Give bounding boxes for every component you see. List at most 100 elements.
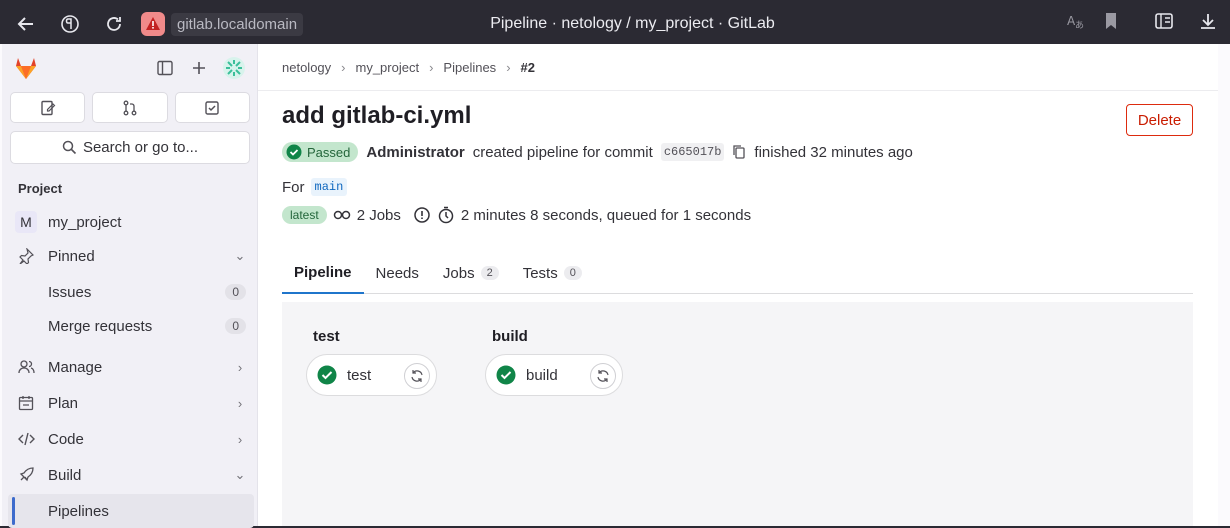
sidebar-item-pipelines[interactable]: Pipelines bbox=[8, 494, 254, 528]
sidebar-item-label: Pipelines bbox=[48, 502, 109, 520]
success-icon bbox=[496, 365, 516, 385]
tab-jobs[interactable]: Jobs 2 bbox=[431, 252, 511, 294]
pipeline-info: latest 2 Jobs 2 minutes 8 seconds, queue… bbox=[282, 206, 751, 224]
code-icon bbox=[8, 431, 44, 447]
status-label: Passed bbox=[307, 144, 351, 160]
stage-title: build bbox=[492, 328, 528, 345]
browser-toolbar: gitlab.localdomain Pipeline · netology /… bbox=[0, 0, 1230, 48]
chevron-down-icon: ⌄ bbox=[234, 467, 246, 482]
count-badge: 2 bbox=[480, 266, 499, 280]
page-title: add gitlab-ci.yml bbox=[282, 102, 472, 129]
toggle-sidebar-icon[interactable] bbox=[155, 58, 175, 78]
bookmark-icon[interactable] bbox=[1104, 12, 1118, 35]
rocket-icon bbox=[8, 467, 44, 483]
merge-request-icon bbox=[123, 100, 137, 115]
for-label: For bbox=[282, 178, 305, 196]
job-pill[interactable]: build bbox=[485, 354, 623, 396]
branch-link[interactable]: main bbox=[310, 178, 348, 196]
tab-pipeline[interactable]: Pipeline bbox=[282, 252, 364, 294]
search-button[interactable]: Search or go to... bbox=[10, 131, 250, 164]
sidebar-item-plan[interactable]: Plan › bbox=[8, 386, 254, 420]
chevron-right-icon: › bbox=[341, 60, 346, 75]
breadcrumb: netology › my_project › Pipelines › #2 bbox=[282, 60, 535, 75]
planning-icon bbox=[8, 395, 44, 411]
delete-button[interactable]: Delete bbox=[1126, 104, 1193, 136]
project-avatar: M bbox=[15, 211, 37, 233]
retry-icon bbox=[411, 370, 423, 382]
issues-icon bbox=[40, 100, 56, 115]
job-label: build bbox=[526, 366, 558, 384]
count-badge: 0 bbox=[225, 284, 246, 300]
finished-text: finished 32 minutes ago bbox=[754, 143, 913, 161]
chevron-right-icon: › bbox=[237, 395, 243, 411]
commit-sha[interactable]: c665017b bbox=[660, 143, 725, 161]
plus-icon[interactable] bbox=[189, 58, 209, 78]
sidebar-item-manage[interactable]: Manage › bbox=[8, 350, 254, 384]
author-link[interactable]: Administrator bbox=[366, 144, 464, 161]
window-title: Pipeline · netology / my_project · GitLa… bbox=[490, 15, 775, 32]
breadcrumb-item[interactable]: my_project bbox=[356, 60, 420, 75]
retry-button[interactable] bbox=[590, 363, 616, 389]
svg-text:あ: あ bbox=[1075, 20, 1084, 30]
assigned-issues-button[interactable] bbox=[10, 92, 86, 123]
breadcrumb-current[interactable]: #2 bbox=[521, 60, 535, 75]
tab-label: Tests bbox=[522, 264, 558, 282]
tab-tests[interactable]: Tests 0 bbox=[511, 252, 594, 294]
chevron-right-icon: › bbox=[429, 60, 434, 75]
sidebar-item-build[interactable]: Build ⌄ bbox=[8, 458, 254, 492]
sidebar-item-label: Code bbox=[48, 430, 84, 448]
tab-label: Jobs bbox=[442, 264, 475, 282]
duration-text: 2 minutes 8 seconds, queued for 1 second… bbox=[460, 206, 752, 224]
retry-button[interactable] bbox=[404, 363, 430, 389]
sidebar-item-issues[interactable]: Issues 0 bbox=[8, 275, 254, 309]
chevron-right-icon: › bbox=[237, 431, 243, 447]
search-icon bbox=[62, 140, 77, 155]
branch-row: For main bbox=[282, 178, 348, 196]
sidebar-item-merge-requests[interactable]: Merge requests 0 bbox=[8, 309, 254, 343]
sidebar-item-label: Pinned bbox=[48, 247, 95, 265]
pipeline-meta: Passed Administrator created pipeline fo… bbox=[282, 142, 913, 162]
sidebar-item-pinned[interactable]: Pinned ⌄ bbox=[8, 239, 254, 273]
count-badge: 0 bbox=[225, 318, 246, 334]
tab-needs[interactable]: Needs bbox=[364, 252, 431, 294]
latest-badge: latest bbox=[282, 206, 327, 224]
status-badge[interactable]: Passed bbox=[282, 142, 359, 162]
chevron-right-icon: › bbox=[237, 359, 243, 375]
sidebar-item-code[interactable]: Code › bbox=[8, 422, 254, 456]
todo-button[interactable] bbox=[174, 92, 250, 123]
jobs-count-text: 2 Jobs bbox=[356, 206, 401, 224]
retry-icon bbox=[597, 370, 609, 382]
sidebar-section-label: Project bbox=[18, 181, 63, 196]
users-icon bbox=[8, 359, 44, 375]
gitlab-logo-icon[interactable] bbox=[12, 54, 40, 82]
sidebar-item-label: Manage bbox=[48, 358, 103, 376]
check-circle-icon bbox=[286, 144, 302, 160]
sidebar-item-label: Plan bbox=[48, 394, 79, 412]
collections-icon[interactable] bbox=[1154, 12, 1174, 35]
breadcrumb-item[interactable]: Pipelines bbox=[443, 60, 496, 75]
count-badge: 0 bbox=[563, 266, 582, 280]
chevron-right-icon: › bbox=[506, 60, 511, 75]
info-icon[interactable] bbox=[413, 206, 431, 224]
pin-icon bbox=[8, 248, 44, 264]
translate-icon[interactable]: Aあ bbox=[1066, 12, 1084, 35]
scrollbar[interactable] bbox=[1218, 44, 1230, 526]
merge-requests-button[interactable] bbox=[92, 92, 168, 123]
divider bbox=[258, 90, 1218, 91]
sidebar: Search or go to... Project M my_project … bbox=[2, 44, 258, 528]
tab-label: Pipeline bbox=[294, 263, 352, 281]
stage-title: test bbox=[313, 328, 340, 345]
main-content: netology › my_project › Pipelines › #2 a… bbox=[258, 44, 1218, 526]
breadcrumb-item[interactable]: netology bbox=[282, 60, 331, 75]
job-pill[interactable]: test bbox=[306, 354, 437, 396]
sidebar-item-label: Build bbox=[48, 466, 82, 484]
page: Search or go to... Project M my_project … bbox=[0, 44, 1230, 528]
user-avatar[interactable] bbox=[221, 55, 247, 81]
pipeline-tabs: Pipeline Needs Jobs 2 Tests 0 bbox=[282, 252, 1193, 294]
download-icon[interactable] bbox=[1199, 12, 1217, 35]
tab-label: Needs bbox=[375, 264, 419, 282]
success-icon bbox=[317, 365, 337, 385]
todo-icon bbox=[205, 100, 220, 115]
sidebar-item-project[interactable]: M my_project bbox=[8, 205, 254, 239]
copy-icon[interactable] bbox=[732, 144, 746, 160]
